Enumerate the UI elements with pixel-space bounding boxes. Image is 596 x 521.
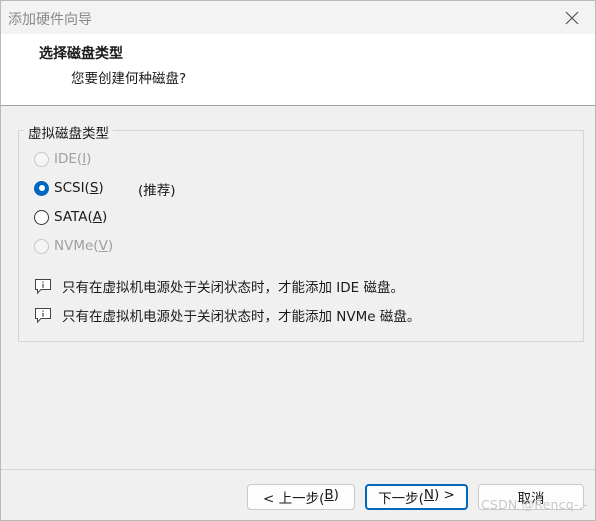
radio-nvme-label: NVMe(V) — [54, 238, 114, 254]
next-button-label: 下一步(N) > — [378, 487, 455, 507]
radio-sata-circle[interactable] — [34, 209, 49, 225]
page-title: 选择磁盘类型 — [39, 46, 123, 62]
recommended-label: (推荐) — [138, 183, 176, 199]
info-bubble-icon — [35, 307, 51, 323]
watermark-text: CSDN @Rencq-.- — [481, 497, 588, 512]
note-nvme: 只有在虚拟机电源处于关闭状态时，才能添加 NVMe 磁盘。 — [34, 305, 420, 325]
radio-scsi-circle[interactable] — [34, 180, 49, 196]
radio-nvme[interactable]: NVMe(V) — [34, 236, 113, 256]
wizard-header: 选择磁盘类型 您要创建何种磁盘? — [1, 34, 595, 106]
radio-ide-label: IDE(I) — [54, 151, 92, 167]
note-nvme-text: 只有在虚拟机电源处于关闭状态时，才能添加 NVMe 磁盘。 — [62, 309, 421, 325]
close-icon — [565, 11, 579, 24]
radio-nvme-circle[interactable] — [34, 238, 49, 254]
next-button[interactable]: 下一步(N) > — [365, 484, 468, 510]
back-button[interactable]: < 上一步(B) — [247, 484, 355, 510]
radio-ide-circle[interactable] — [34, 151, 49, 167]
radio-scsi-label: SCSI(S) — [54, 180, 104, 196]
note-ide-text: 只有在虚拟机电源处于关闭状态时，才能添加 IDE 磁盘。 — [62, 280, 404, 296]
info-bubble-icon — [35, 278, 51, 294]
title-bar: 添加硬件向导 — [1, 1, 595, 34]
radio-sata-label: SATA(A) — [54, 209, 108, 225]
radio-ide[interactable]: IDE(I) — [34, 149, 91, 169]
note-ide: 只有在虚拟机电源处于关闭状态时，才能添加 IDE 磁盘。 — [34, 276, 404, 296]
back-button-label: < 上一步(B) — [263, 487, 339, 507]
radio-scsi[interactable]: SCSI(S) — [34, 178, 104, 198]
radio-sata[interactable]: SATA(A) — [34, 207, 107, 227]
window-title: 添加硬件向导 — [8, 12, 92, 28]
wizard-window: 添加硬件向导 选择磁盘类型 您要创建何种磁盘? 虚拟磁盘类型 IDE(I) SC… — [0, 0, 596, 521]
page-subtitle: 您要创建何种磁盘? — [71, 71, 187, 87]
disk-type-group-label: 虚拟磁盘类型 — [24, 122, 113, 142]
close-button[interactable] — [549, 1, 595, 34]
footer-divider — [1, 469, 595, 470]
